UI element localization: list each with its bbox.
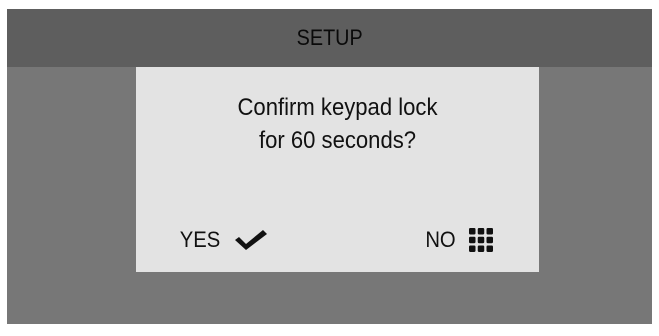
dialog-message-line-1: Confirm keypad lock xyxy=(237,94,438,121)
page-title: SETUP xyxy=(296,25,363,50)
title-bar: SETUP xyxy=(7,9,652,67)
no-label: NO xyxy=(425,227,456,252)
dialog-message: Confirm keypad lock for 60 seconds? xyxy=(152,91,523,157)
checkmark-icon xyxy=(234,228,268,252)
keypad-icon xyxy=(469,228,493,252)
dialog-message-line-2: for 60 seconds? xyxy=(258,127,417,154)
confirm-dialog: Confirm keypad lock for 60 seconds? YES … xyxy=(136,67,539,272)
device-screen: SETUP Confirm keypad lock for 60 seconds… xyxy=(7,9,652,324)
no-button[interactable]: NO xyxy=(424,223,493,257)
yes-label: YES xyxy=(179,227,221,252)
yes-button[interactable]: YES xyxy=(178,223,268,257)
